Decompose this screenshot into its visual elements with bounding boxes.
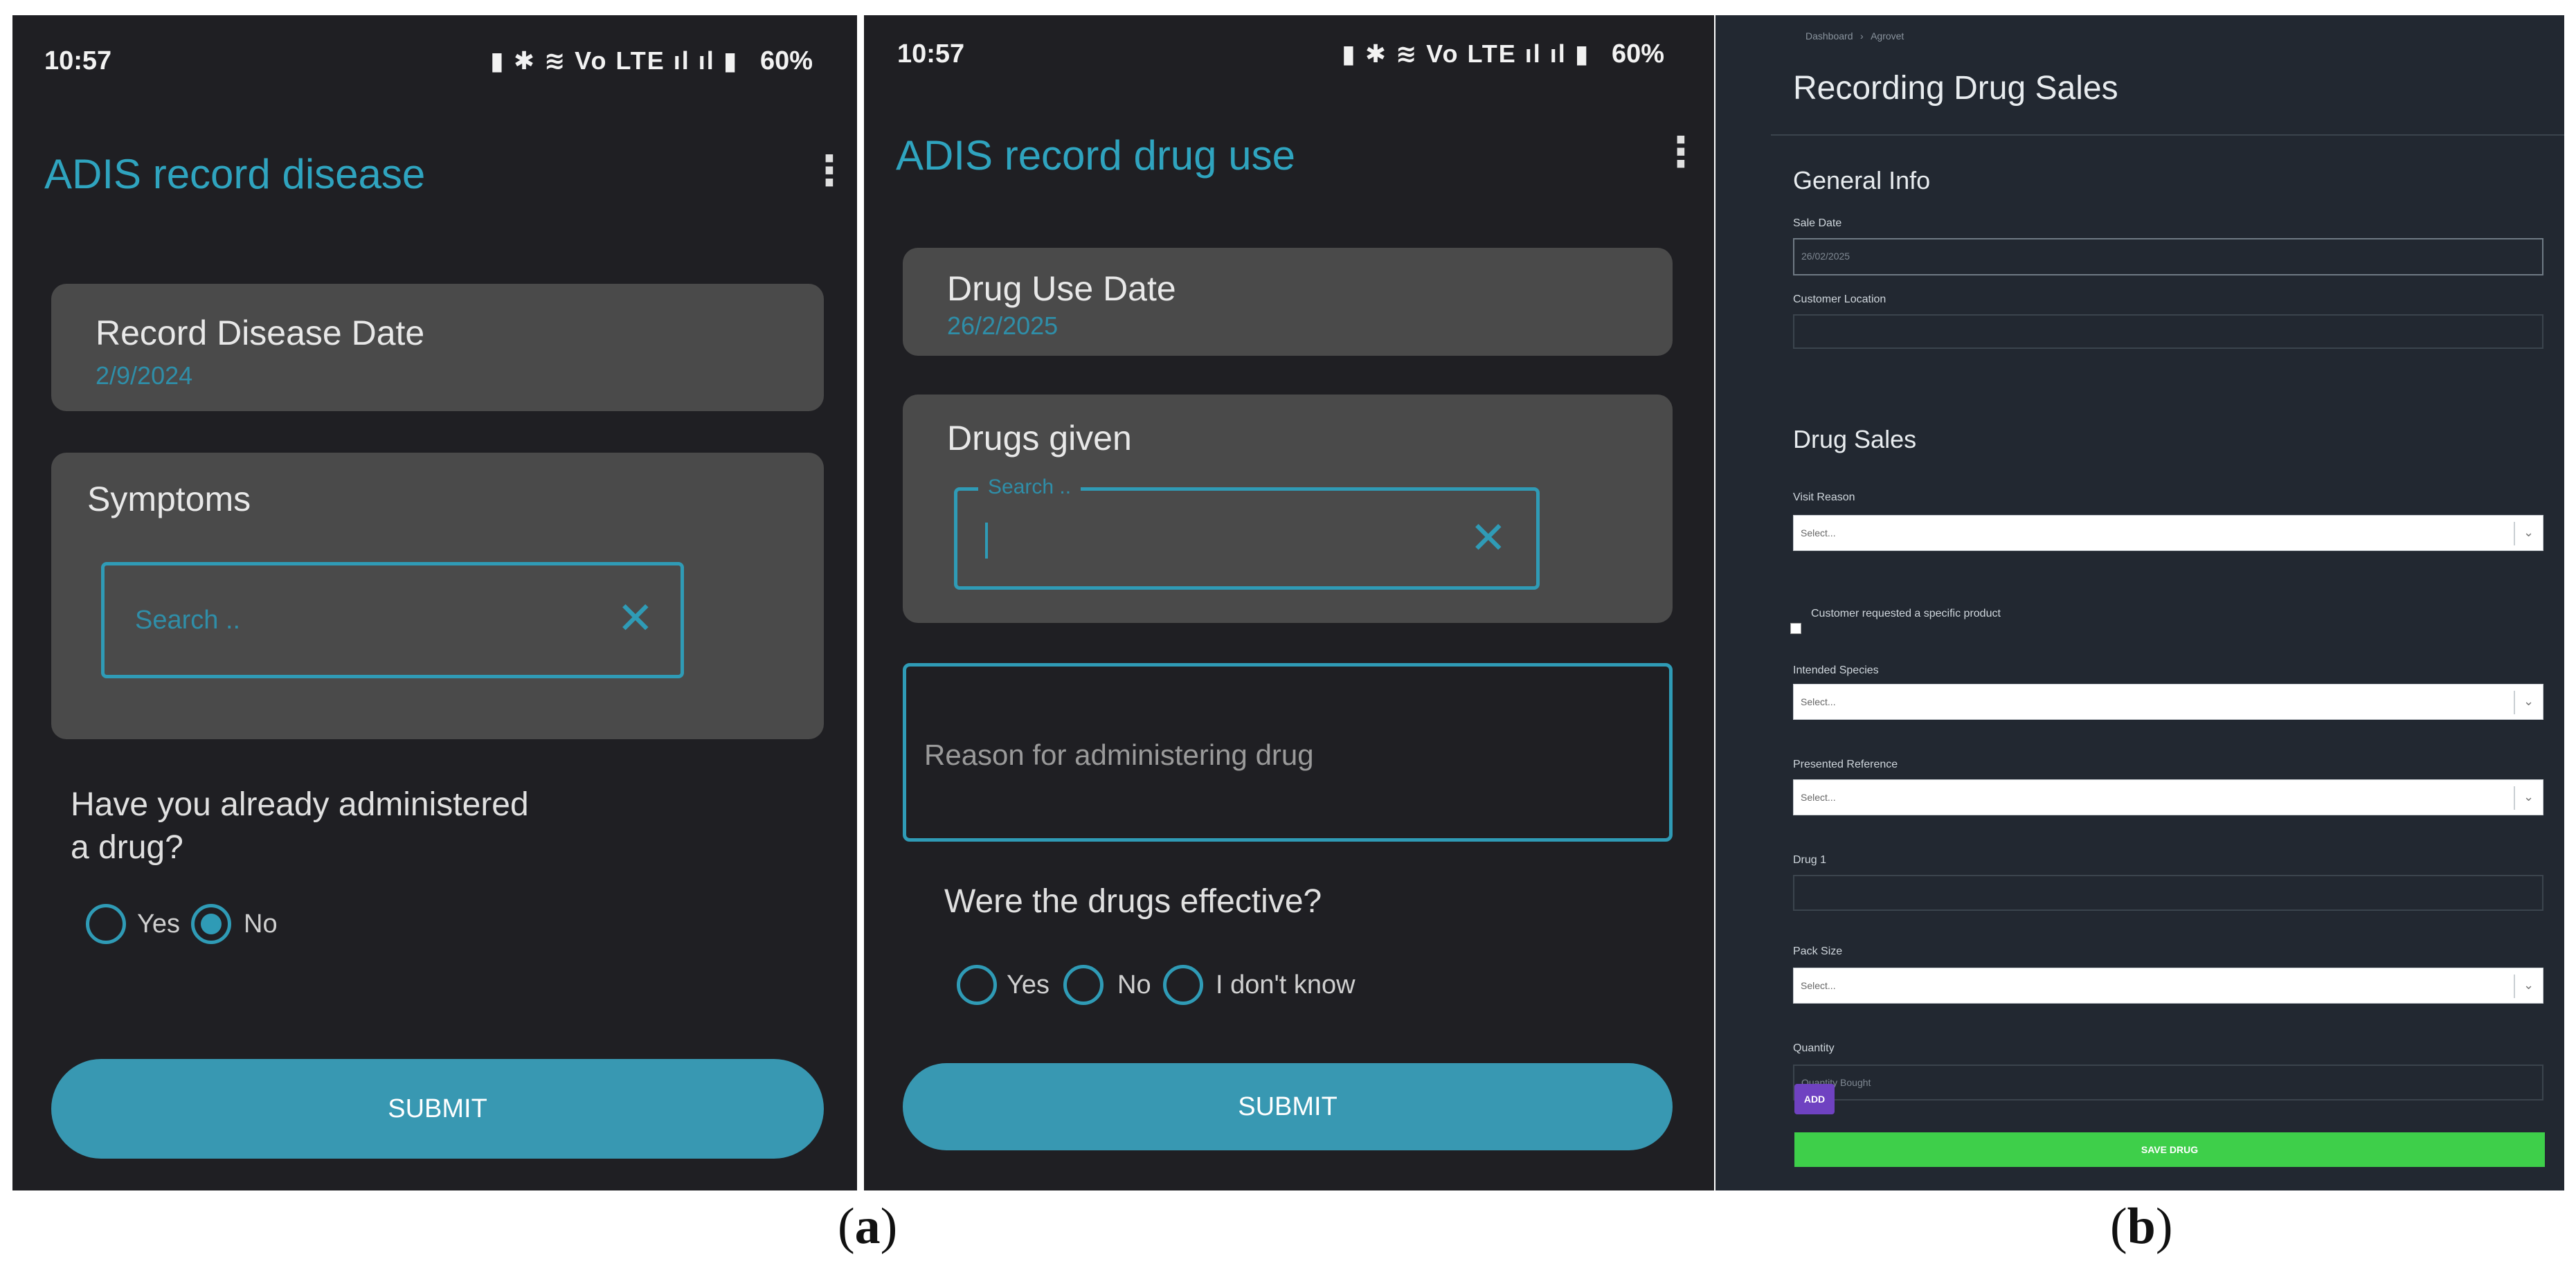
chevron-down-icon[interactable]: ⌄ bbox=[2523, 790, 2534, 804]
chevron-down-icon[interactable]: ⌄ bbox=[2523, 694, 2534, 709]
customer-location-field[interactable] bbox=[1793, 314, 2543, 349]
record-date-value: 2/9/2024 bbox=[96, 361, 193, 390]
sale-date-label: Sale Date bbox=[1793, 217, 1842, 229]
breadcrumb-dashboard[interactable]: Dashboard bbox=[1805, 30, 1853, 42]
caption-b-letter: b bbox=[2127, 1198, 2156, 1255]
pack-size-label: Pack Size bbox=[1793, 945, 1843, 957]
reason-input[interactable]: Reason for administering drug bbox=[903, 663, 1673, 842]
select-separator bbox=[2514, 786, 2515, 810]
sale-date-field[interactable]: 26/02/2025 bbox=[1793, 238, 2543, 275]
intended-species-label: Intended Species bbox=[1793, 664, 1879, 676]
select-placeholder: Select... bbox=[1801, 527, 1836, 538]
radio-no[interactable] bbox=[1063, 965, 1104, 1005]
specific-product-checkbox[interactable] bbox=[1790, 623, 1801, 634]
breadcrumb-separator: › bbox=[1859, 30, 1864, 42]
sale-date-value: 26/02/2025 bbox=[1801, 251, 1850, 262]
drugs-given-label: Drugs given bbox=[947, 419, 1132, 458]
select-separator bbox=[2514, 522, 2515, 545]
radio-no-label: No bbox=[244, 909, 278, 939]
radio-dont-know-label: I don't know bbox=[1216, 970, 1355, 999]
search-floating-label: Search .. bbox=[978, 476, 1081, 499]
save-drug-button[interactable]: SAVE DRUG bbox=[1794, 1132, 2545, 1167]
drug-use-date-card[interactable]: Drug Use Date 26/2/2025 bbox=[903, 248, 1673, 356]
radio-yes[interactable] bbox=[86, 904, 126, 944]
submit-button[interactable]: SUBMIT bbox=[51, 1059, 824, 1159]
app-title: ADIS record drug use bbox=[896, 132, 1295, 179]
drug-sales-heading: Drug Sales bbox=[1793, 425, 1917, 453]
radio-yes[interactable] bbox=[957, 965, 997, 1005]
symptoms-label: Symptoms bbox=[87, 480, 251, 518]
battery-percentage: 60% bbox=[760, 46, 813, 75]
caption-a-letter: a bbox=[854, 1198, 881, 1255]
radio-dont-know[interactable] bbox=[1163, 965, 1203, 1005]
add-button[interactable]: ADD bbox=[1794, 1084, 1835, 1114]
text-cursor bbox=[985, 523, 988, 559]
visit-reason-select[interactable]: Select... ⌄ bbox=[1793, 515, 2543, 551]
clear-search-icon[interactable]: ✕ bbox=[1470, 516, 1507, 560]
administered-question: Have you already administered a drug? bbox=[71, 784, 529, 870]
record-date-card[interactable]: Record Disease Date 2/9/2024 bbox=[51, 284, 824, 411]
page-title: Recording Drug Sales bbox=[1793, 70, 2118, 107]
intended-species-select[interactable]: Select... ⌄ bbox=[1793, 684, 2543, 720]
presented-reference-select[interactable]: Select... ⌄ bbox=[1793, 779, 2543, 815]
chevron-down-icon[interactable]: ⌄ bbox=[2523, 978, 2534, 993]
more-menu-icon[interactable]: ⋮ bbox=[809, 150, 850, 192]
radio-yes-label: Yes bbox=[1007, 970, 1050, 999]
app-title: ADIS record disease bbox=[44, 151, 426, 197]
more-menu-icon[interactable]: ⋮ bbox=[1660, 132, 1702, 173]
select-separator bbox=[2514, 691, 2515, 714]
record-date-label: Record Disease Date bbox=[96, 314, 425, 352]
drug-1-field[interactable] bbox=[1793, 875, 2543, 911]
clear-search-icon[interactable]: ✕ bbox=[617, 596, 654, 640]
radio-no[interactable] bbox=[191, 904, 231, 944]
caption-b: (b) bbox=[2110, 1198, 2173, 1255]
chevron-down-icon[interactable]: ⌄ bbox=[2523, 525, 2534, 540]
phone-screen-record-disease: 10:57 ▮ ✱ ≋ Vo LTE ıl ıl ▮ 60% ADIS reco… bbox=[12, 15, 857, 1190]
radio-no-label: No bbox=[1117, 970, 1151, 999]
breadcrumb-agrovet[interactable]: Agrovet bbox=[1871, 30, 1904, 42]
search-placeholder: Search .. bbox=[135, 606, 241, 635]
symptoms-search-input[interactable]: Search .. ✕ bbox=[101, 562, 684, 678]
status-icons: ▮ ✱ ≋ Vo LTE ıl ıl ▮ bbox=[1342, 39, 1590, 68]
status-icons: ▮ ✱ ≋ Vo LTE ıl ıl ▮ bbox=[490, 46, 739, 75]
radio-yes-label: Yes bbox=[137, 909, 180, 939]
battery-percentage: 60% bbox=[1612, 39, 1665, 69]
breadcrumb: Dashboard › Agrovet bbox=[1805, 30, 1904, 43]
drug-use-date-value: 26/2/2025 bbox=[947, 311, 1059, 340]
quantity-label: Quantity bbox=[1793, 1042, 1835, 1054]
submit-button[interactable]: SUBMIT bbox=[903, 1063, 1673, 1150]
status-time: 10:57 bbox=[897, 39, 965, 69]
drugs-search-input[interactable]: Search .. ✕ bbox=[954, 476, 1540, 590]
general-info-heading: General Info bbox=[1793, 166, 1931, 194]
reason-placeholder: Reason for administering drug bbox=[924, 739, 1314, 771]
search-label-text: Search .. bbox=[988, 476, 1072, 498]
drug-1-label: Drug 1 bbox=[1793, 854, 1827, 866]
web-screen-recording-drug-sales: Dashboard › Agrovet Recording Drug Sales… bbox=[1715, 15, 2564, 1190]
title-divider bbox=[1771, 134, 2564, 136]
select-placeholder: Select... bbox=[1801, 696, 1836, 707]
select-separator bbox=[2514, 975, 2515, 998]
symptoms-card: Symptoms Search .. ✕ bbox=[51, 453, 824, 739]
question-line-1: Have you already administered bbox=[71, 786, 529, 823]
drug-use-date-label: Drug Use Date bbox=[947, 269, 1176, 308]
presented-reference-label: Presented Reference bbox=[1793, 759, 1898, 770]
drugs-given-card: Drugs given Search .. ✕ bbox=[903, 395, 1673, 623]
phone-screen-record-drug-use: 10:57 ▮ ✱ ≋ Vo LTE ıl ıl ▮ 60% ADIS reco… bbox=[864, 15, 1714, 1190]
customer-location-label: Customer Location bbox=[1793, 293, 1886, 305]
effective-question: Were the drugs effective? bbox=[944, 883, 1322, 920]
select-placeholder: Select... bbox=[1801, 792, 1836, 803]
specific-product-label: Customer requested a specific product bbox=[1811, 608, 2001, 619]
quantity-field[interactable]: Quantity Bought bbox=[1793, 1065, 2543, 1101]
select-placeholder: Select... bbox=[1801, 980, 1836, 991]
caption-a: (a) bbox=[838, 1198, 898, 1255]
pack-size-select[interactable]: Select... ⌄ bbox=[1793, 968, 2543, 1004]
visit-reason-label: Visit Reason bbox=[1793, 491, 1855, 503]
question-line-2: a drug? bbox=[71, 829, 183, 867]
status-time: 10:57 bbox=[44, 46, 112, 75]
